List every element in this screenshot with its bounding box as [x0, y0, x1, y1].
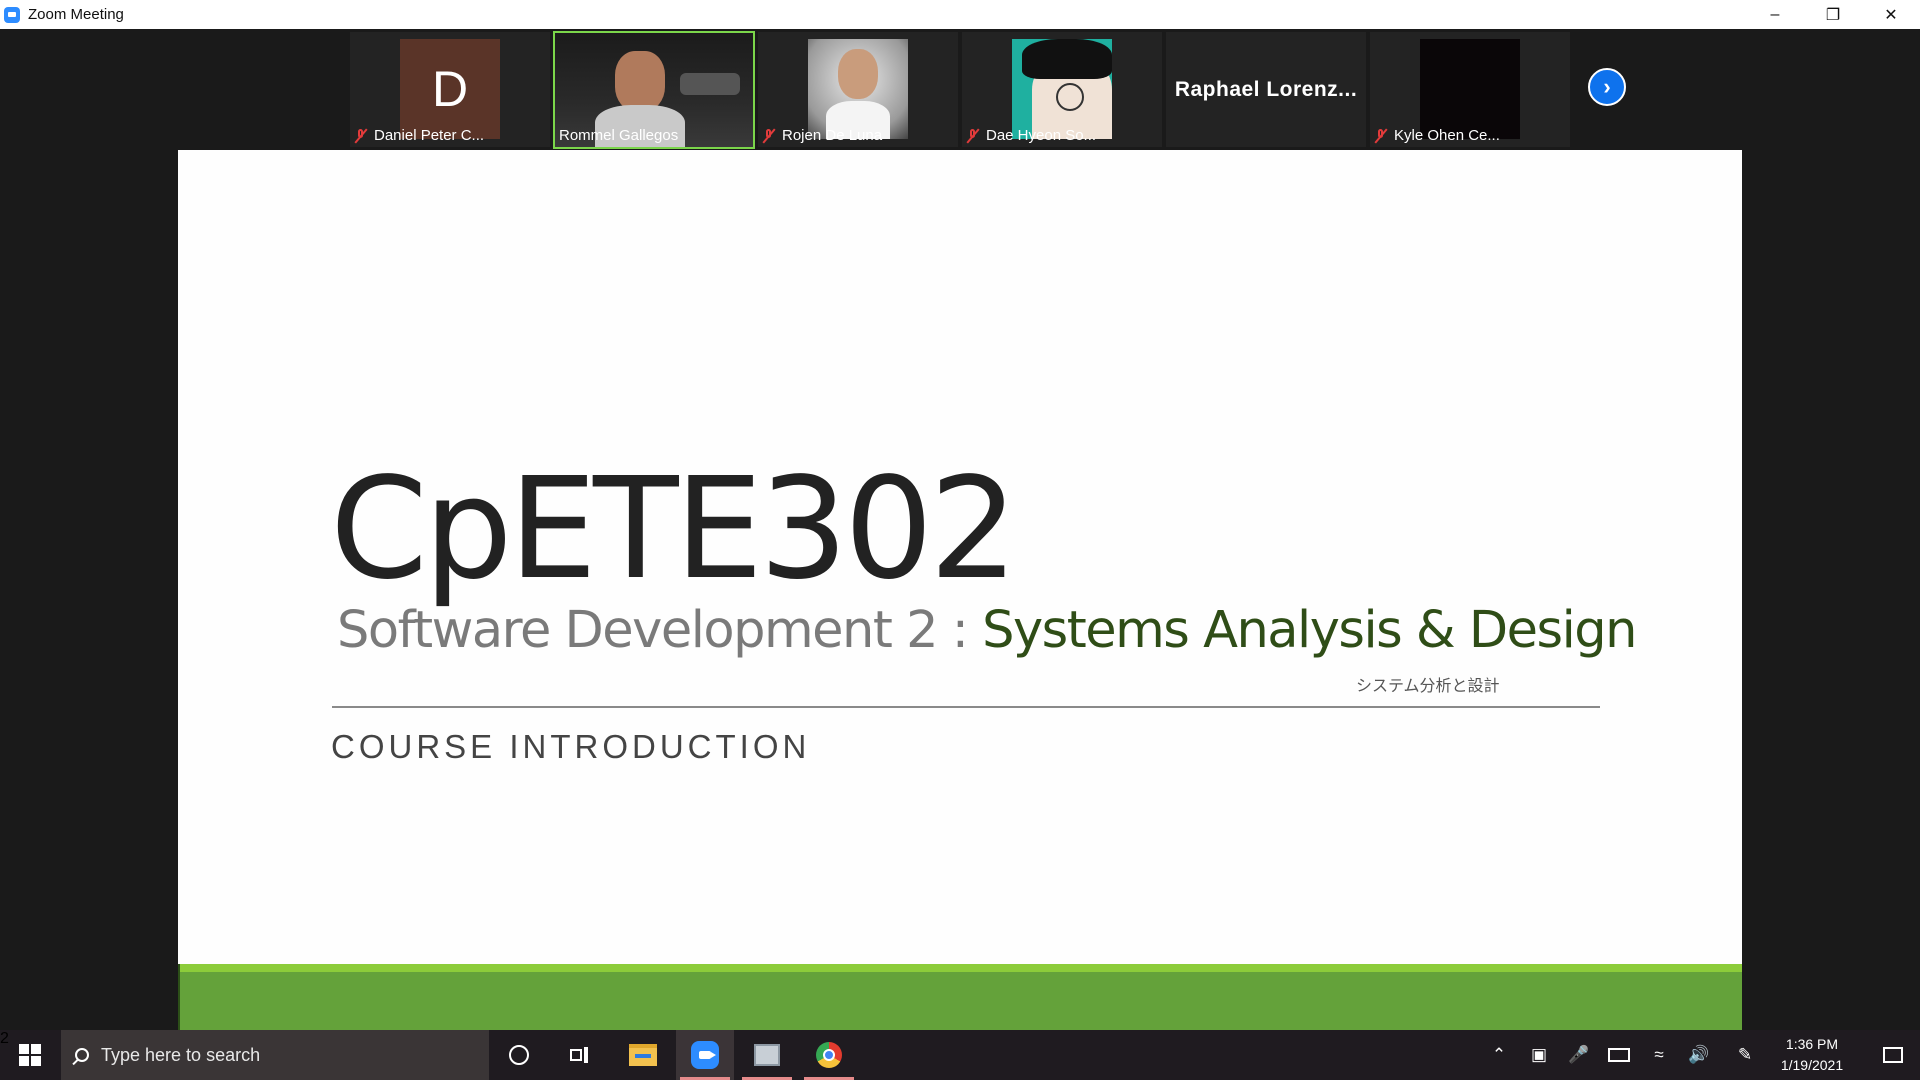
participant-name-row: Daniel Peter C...: [354, 127, 484, 144]
battery-icon[interactable]: [1604, 1030, 1634, 1080]
participant-name: Rommel Gallegos: [559, 127, 679, 144]
participant-name: Kyle Ohen Ce...: [1394, 127, 1500, 144]
participant-name-row: Rommel Gallegos: [559, 127, 678, 144]
shared-screen-slide: CpETE302 Software Development 2 : System…: [178, 150, 1742, 1030]
taskbar-search-box[interactable]: Type here to search: [61, 1030, 489, 1080]
speaker-face: [615, 51, 665, 111]
photo-face: [838, 49, 878, 99]
search-placeholder: Type here to search: [101, 1044, 261, 1065]
participant-tile-active-speaker[interactable]: Rommel Gallegos: [553, 31, 755, 149]
zoom-app-icon: [4, 6, 20, 23]
chrome-icon: [816, 1042, 842, 1068]
windows-taskbar: Type here to search ⌃ ▣ 🎤 ≈ 🔊 ✎ 1:36 PM …: [0, 1030, 1920, 1080]
muted-mic-icon: [1374, 128, 1388, 144]
search-icon: [75, 1048, 89, 1062]
pen-icon[interactable]: ✎: [1730, 1030, 1760, 1080]
action-center-button[interactable]: [1866, 1030, 1920, 1080]
subtitle-topic: Systems Analysis & Design: [982, 601, 1637, 660]
zoom-icon: [691, 1041, 719, 1069]
volume-icon[interactable]: 🔊: [1684, 1030, 1714, 1080]
participant-tile[interactable]: Kyle Ohen Ce...: [1370, 32, 1570, 147]
muted-mic-icon: [966, 128, 980, 144]
clock-time: 1:36 PM: [1785, 1036, 1839, 1052]
window-controls: – ❐ ✕: [1746, 0, 1920, 29]
task-view-button[interactable]: [551, 1030, 609, 1080]
cortana-button[interactable]: [490, 1030, 548, 1080]
participant-name: Daniel Peter C...: [374, 127, 485, 144]
subtitle-japanese: システム分析と設計: [1356, 678, 1500, 695]
task-view-icon: [570, 1047, 590, 1063]
window-title: Zoom Meeting: [28, 6, 124, 23]
start-button[interactable]: [0, 1030, 60, 1080]
participant-photo: [1420, 39, 1520, 139]
app-icon: [754, 1044, 780, 1066]
chevron-up-icon: ⌃: [1491, 1045, 1507, 1064]
muted-mic-icon: [762, 128, 776, 144]
window-titlebar: Zoom Meeting – ❐ ✕: [0, 0, 1920, 29]
windows-logo-icon: [19, 1044, 41, 1066]
meet-now-icon[interactable]: ▣: [1524, 1030, 1554, 1080]
cortana-icon: [509, 1045, 529, 1065]
zoom-taskbar-button[interactable]: [676, 1030, 734, 1080]
app-taskbar-button[interactable]: [738, 1030, 796, 1080]
participant-name-row: Rojen De Luna: [762, 127, 882, 144]
minimize-button[interactable]: –: [1746, 0, 1804, 29]
microphone-icon[interactable]: 🎤: [1564, 1030, 1594, 1080]
close-button[interactable]: ✕: [1862, 0, 1920, 29]
taskbar-clock[interactable]: 1:36 PM 1/19/2021: [1762, 1034, 1862, 1076]
file-explorer-button[interactable]: [614, 1030, 672, 1080]
file-explorer-icon: [629, 1044, 657, 1066]
muted-mic-icon: [354, 128, 368, 144]
chevron-right-icon: ›: [1603, 74, 1611, 99]
next-page-button[interactable]: ›: [1588, 68, 1626, 106]
photo-glasses: [1056, 83, 1084, 111]
notification-icon: [1883, 1047, 1903, 1063]
slide-title: CpETE302: [330, 448, 1018, 611]
participant-name-row: Kyle Ohen Ce...: [1374, 127, 1500, 144]
slide-footer-band: [178, 972, 1742, 1030]
slide-subtitle: Software Development 2 : Systems Analysi…: [337, 605, 1637, 656]
restore-button[interactable]: ❐: [1804, 0, 1862, 29]
clock-date: 1/19/2021: [1780, 1057, 1844, 1073]
participant-photo: [1012, 39, 1112, 139]
participant-tile[interactable]: Rojen De Luna: [758, 32, 958, 147]
chrome-taskbar-button[interactable]: [800, 1030, 858, 1080]
participant-name: Rojen De Luna: [782, 127, 883, 144]
participant-tile-video-off[interactable]: Raphael Lorenz...: [1166, 32, 1366, 147]
slide-accent-stripe: [178, 964, 1742, 972]
background-drone: [680, 73, 740, 95]
participant-name-row: Dae Hyeon So...: [966, 127, 1096, 144]
wifi-icon[interactable]: ≈: [1644, 1030, 1674, 1080]
slide-footer-edge: [178, 964, 180, 1030]
avatar: D: [400, 39, 500, 139]
photo-hair: [1022, 39, 1112, 79]
participant-name: Dae Hyeon So...: [986, 127, 1097, 144]
participant-name-large: Raphael Lorenz...: [1174, 77, 1358, 101]
subtitle-course-name: Software Development 2 :: [337, 601, 983, 660]
slide-divider: [332, 706, 1600, 708]
participant-tile[interactable]: D Daniel Peter C...: [350, 32, 550, 147]
participant-photo: [808, 39, 908, 139]
participant-tile[interactable]: Dae Hyeon So...: [962, 32, 1162, 147]
participant-strip: D Daniel Peter C... Rommel Gallegos Roje…: [0, 29, 1920, 150]
show-hidden-icons-button[interactable]: ⌃: [1484, 1030, 1514, 1080]
slide-section-title: COURSE INTRODUCTION: [331, 728, 811, 765]
